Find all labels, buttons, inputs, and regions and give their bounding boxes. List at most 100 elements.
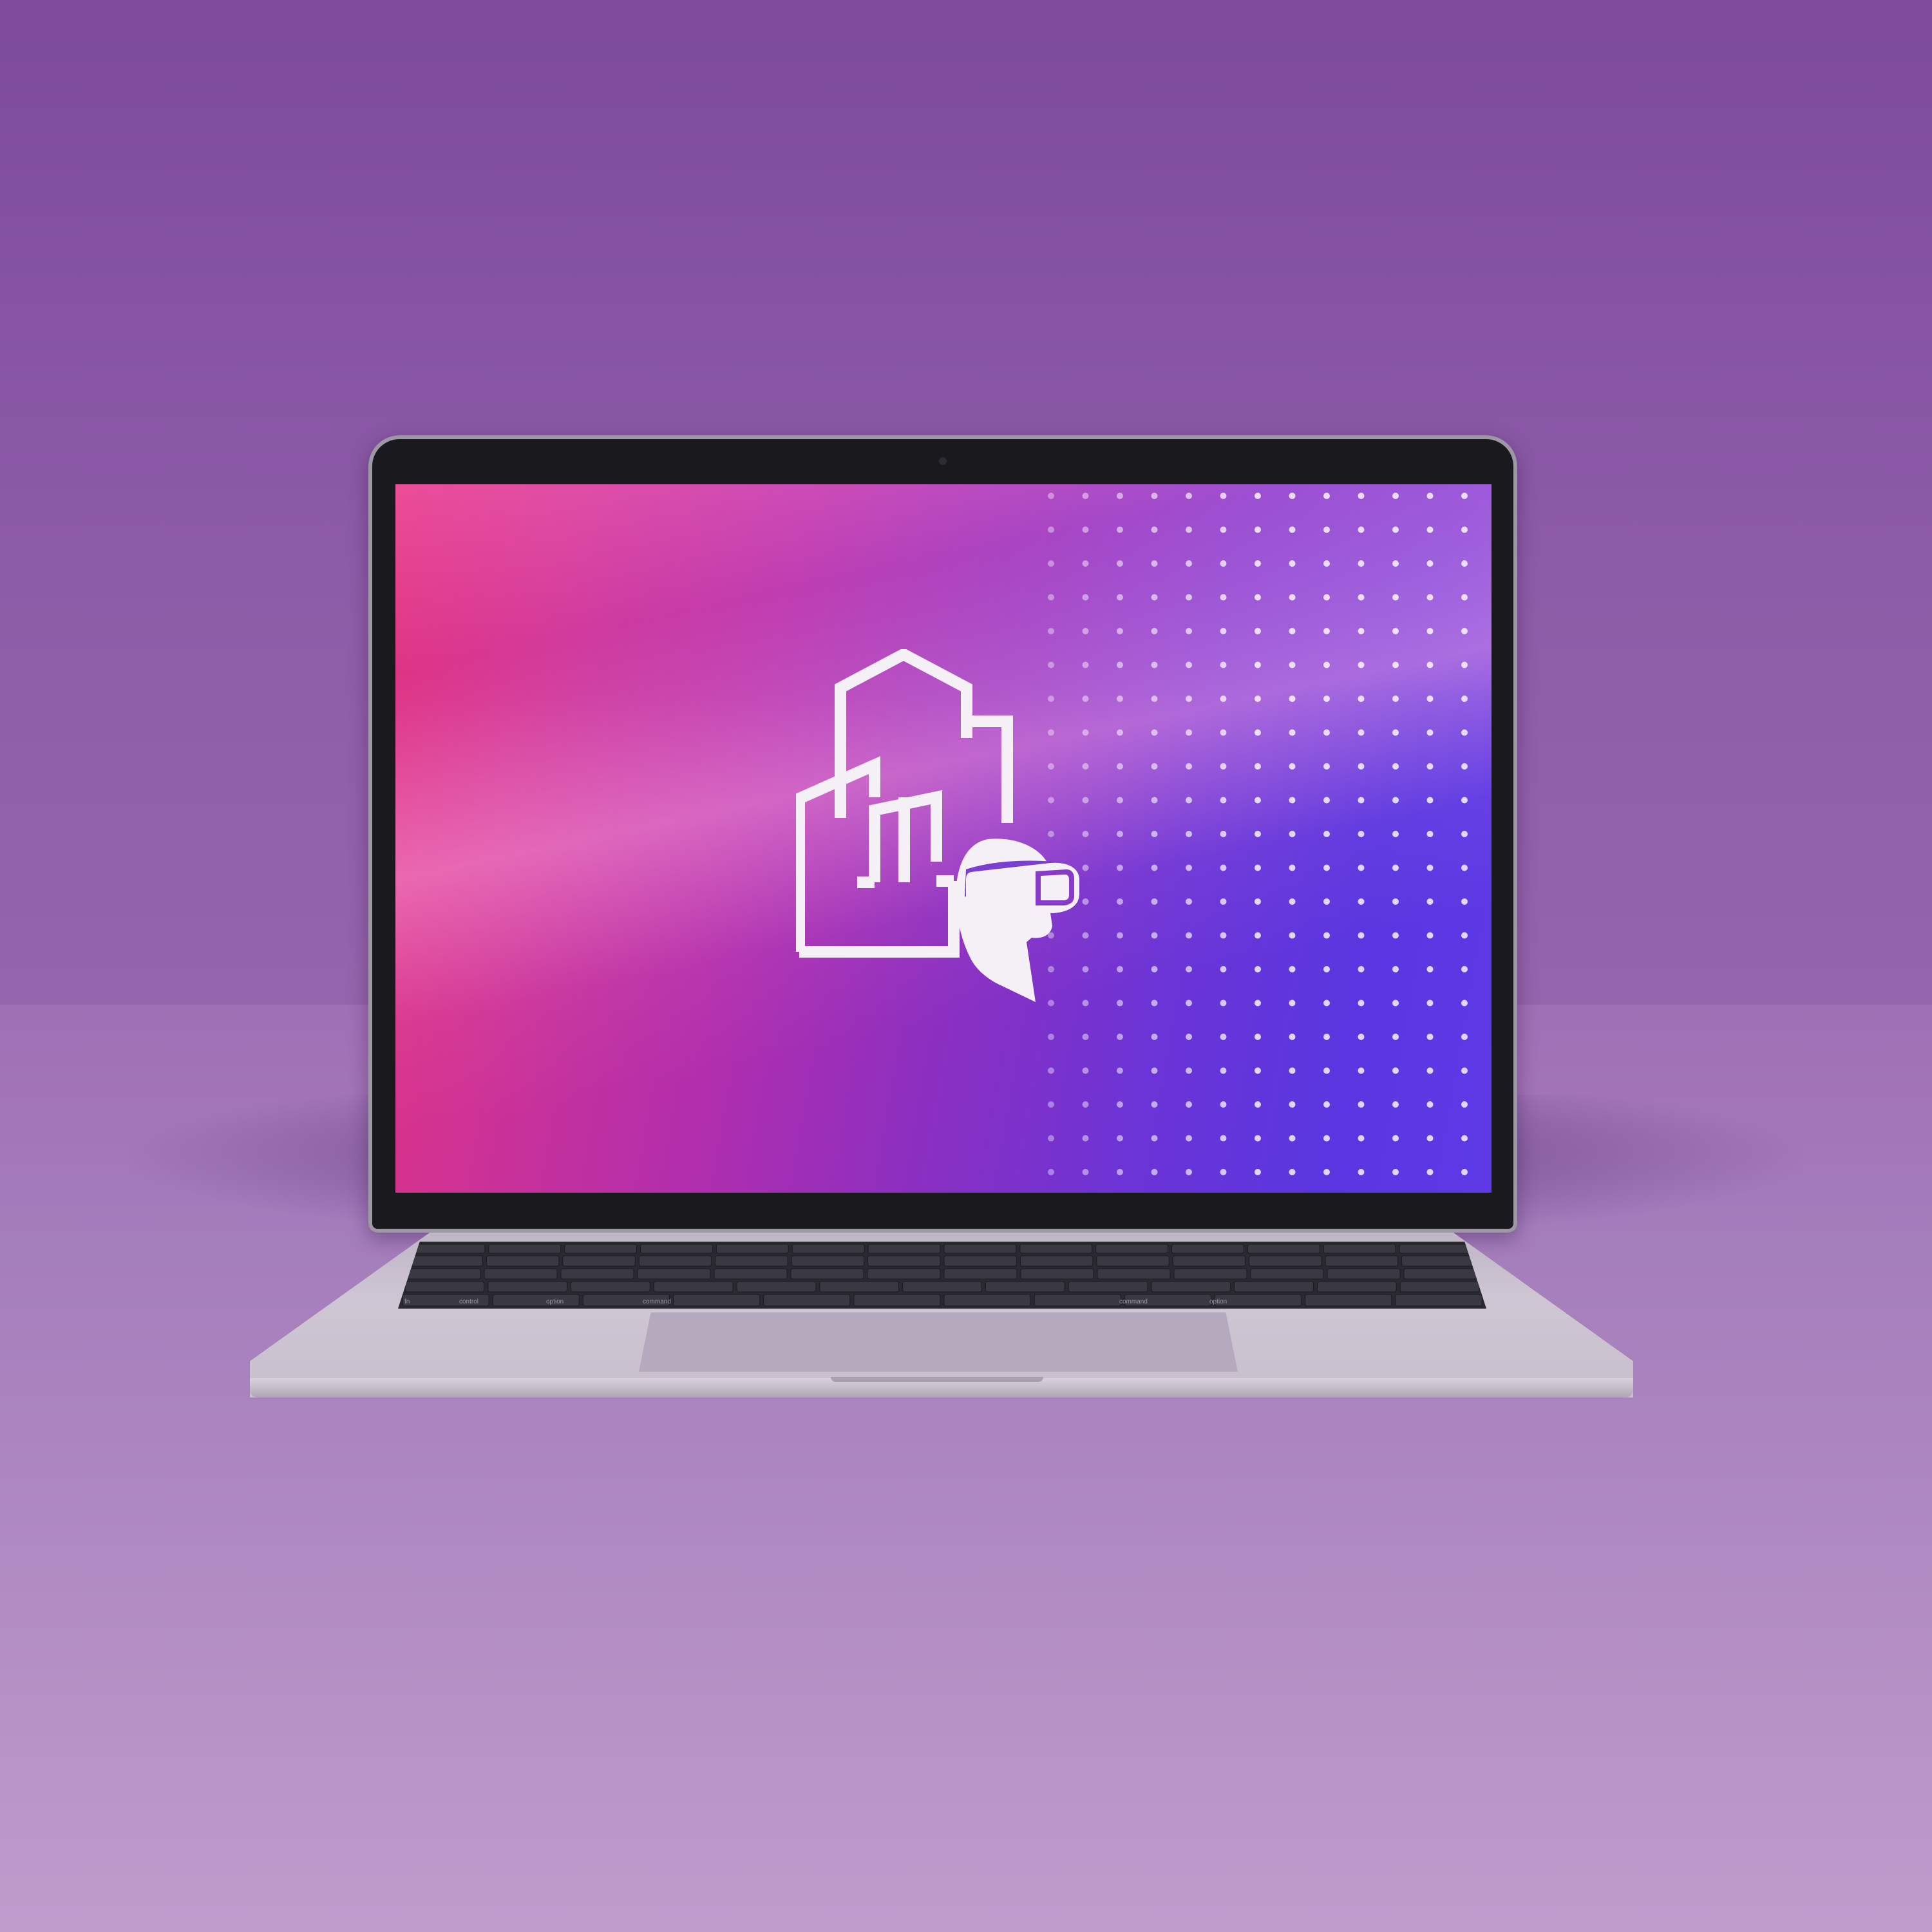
grid-dot	[1255, 1067, 1261, 1074]
grid-dot	[1186, 493, 1192, 499]
laptop: fn control option command command option	[0, 0, 1932, 1932]
grid-dot	[1186, 729, 1192, 736]
grid-dot	[1186, 594, 1192, 601]
grid-dot	[1289, 729, 1296, 736]
grid-dot	[1151, 898, 1158, 905]
grid-dot	[1255, 1034, 1261, 1040]
grid-dot	[1392, 1169, 1399, 1175]
keyboard-key	[1173, 1268, 1247, 1280]
grid-dot	[1048, 1135, 1054, 1142]
grid-dot	[1220, 526, 1227, 533]
keyboard-key	[404, 1281, 485, 1293]
grid-dot	[1392, 1067, 1399, 1074]
grid-dot	[1255, 1101, 1261, 1108]
grid-dot	[1358, 864, 1365, 871]
grid-dot	[1117, 864, 1123, 871]
grid-dot	[1461, 763, 1468, 770]
grid-dot	[1117, 1034, 1123, 1040]
grid-dot	[1220, 628, 1227, 634]
keyboard-key	[867, 1255, 941, 1267]
keyboard-key	[715, 1244, 789, 1254]
grid-dot	[1082, 493, 1089, 499]
keyboard-key	[791, 1244, 865, 1254]
grid-dot	[1461, 729, 1468, 736]
grid-dot	[1323, 661, 1330, 668]
keyboard-key	[1401, 1255, 1475, 1267]
grid-dot	[1255, 1169, 1261, 1175]
grid-dot	[1255, 999, 1261, 1007]
grid-dot	[1186, 1034, 1192, 1040]
grid-dot	[1048, 594, 1054, 601]
grid-dot	[1186, 1101, 1192, 1108]
key-label: command	[1119, 1298, 1148, 1305]
grid-dot	[1151, 797, 1158, 804]
grid-dot	[1289, 932, 1296, 939]
grid-dot	[1461, 1067, 1468, 1074]
grid-dot	[1392, 493, 1399, 499]
grid-dot	[1392, 628, 1399, 634]
grid-dot	[1392, 932, 1399, 939]
grid-dot	[1117, 1135, 1123, 1142]
grid-dot	[1323, 1101, 1330, 1108]
keyboard-key	[1096, 1255, 1170, 1267]
grid-dot	[1392, 831, 1399, 837]
keyboard-key	[492, 1294, 580, 1307]
key-label: option	[1209, 1298, 1227, 1305]
grid-dot	[1392, 729, 1399, 736]
keyboard-key	[412, 1244, 486, 1254]
grid-dot	[1117, 898, 1123, 905]
grid-dot	[1392, 763, 1399, 770]
grid-dot	[1392, 999, 1399, 1007]
grid-dot	[1082, 1169, 1089, 1175]
grid-dot	[1220, 1067, 1227, 1074]
grid-dot	[1323, 526, 1330, 533]
grid-dot	[1151, 1169, 1158, 1175]
keyboard-key	[902, 1281, 982, 1293]
grid-dot	[1255, 526, 1261, 533]
keyboard-key	[1323, 1244, 1396, 1254]
keyboard-key	[1399, 1281, 1480, 1293]
grid-dot	[1255, 628, 1261, 634]
grid-dot	[1426, 1135, 1434, 1142]
grid-dot	[1151, 661, 1158, 668]
grid-dot	[1358, 661, 1365, 668]
grid-dot	[1358, 898, 1365, 905]
grid-dot	[1426, 493, 1434, 499]
grid-dot	[1151, 763, 1158, 770]
keyboard-key	[1019, 1255, 1094, 1267]
keyboard-key	[653, 1281, 734, 1293]
grid-dot	[1323, 1135, 1330, 1142]
grid-dot	[1461, 831, 1468, 837]
grid-dot	[1358, 966, 1365, 972]
grid-dot	[1426, 1101, 1434, 1108]
grid-dot	[1220, 594, 1227, 601]
key-label: control	[459, 1298, 478, 1305]
grid-dot	[1323, 1169, 1330, 1175]
grid-dot	[1358, 696, 1365, 702]
grid-dot	[1220, 932, 1227, 939]
grid-dot	[1220, 696, 1227, 702]
grid-dot	[1323, 560, 1330, 567]
grid-dot	[1461, 1135, 1468, 1142]
grid-dot	[1220, 898, 1227, 905]
keyboard-key	[560, 1268, 634, 1280]
keyboard-key	[943, 1268, 1018, 1280]
grid-dot	[1117, 797, 1123, 804]
grid-dot	[1289, 763, 1296, 770]
keyboard-key	[1327, 1268, 1401, 1280]
grid-dot	[1358, 831, 1365, 837]
grid-dot	[1392, 661, 1399, 668]
grid-dot	[1151, 1135, 1158, 1142]
grid-dot	[1117, 560, 1123, 567]
grid-dot	[1323, 696, 1330, 702]
grid-dot	[1255, 932, 1261, 939]
grid-dot	[1117, 1101, 1123, 1108]
grid-dot	[1117, 999, 1123, 1007]
grid-dot	[1289, 594, 1296, 601]
grid-dot	[1461, 661, 1468, 668]
keyboard-keys: fn control option command command option	[402, 1244, 1482, 1307]
grid-dot	[1151, 932, 1158, 939]
keyboard-key	[1068, 1281, 1148, 1293]
keyboard-key	[1020, 1268, 1094, 1280]
grid-dot	[1186, 1067, 1192, 1074]
